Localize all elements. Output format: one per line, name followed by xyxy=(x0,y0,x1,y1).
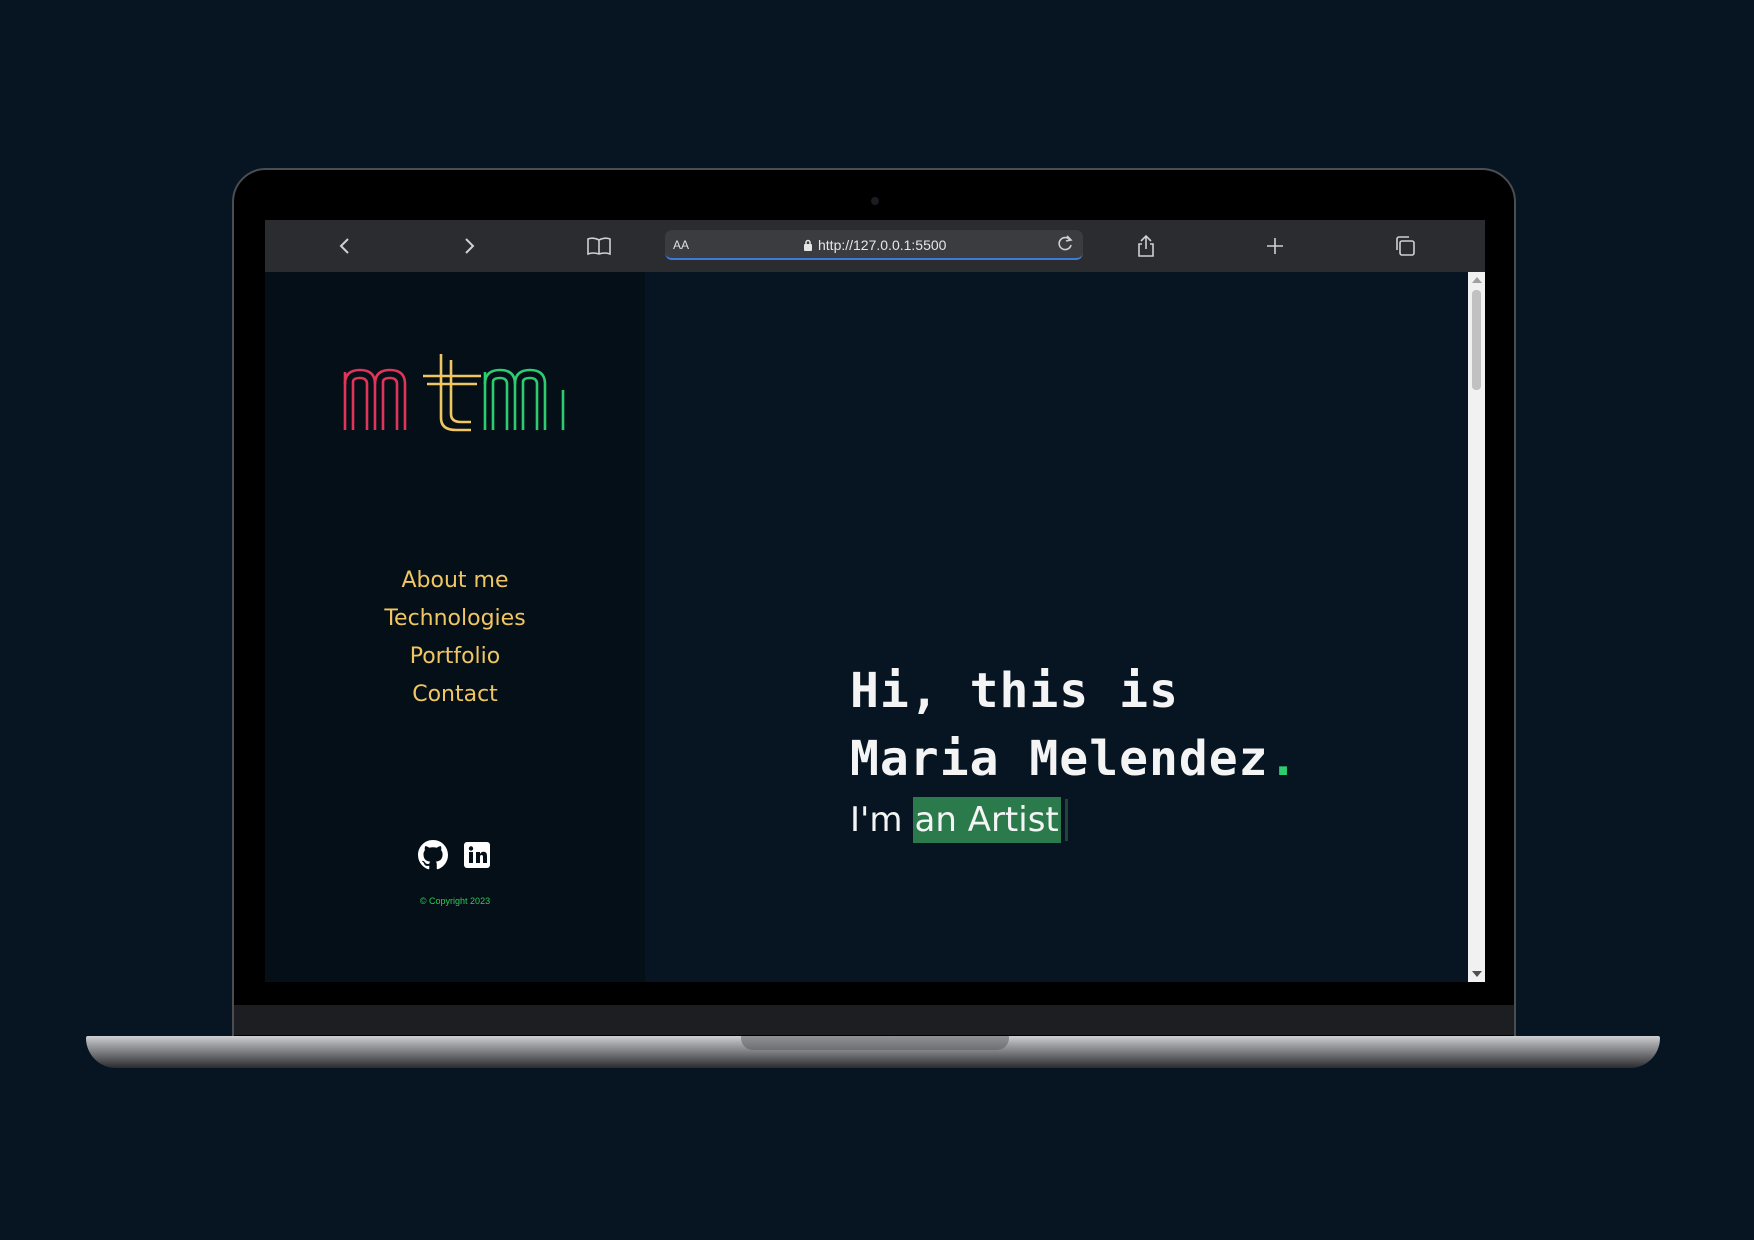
main-nav: About me Technologies Portfolio Contact xyxy=(265,567,645,709)
sidebar: About me Technologies Portfolio Contact … xyxy=(265,272,645,982)
nav-technologies[interactable]: Technologies xyxy=(384,605,525,633)
forward-icon[interactable] xyxy=(455,232,483,260)
laptop-bezel xyxy=(234,1005,1514,1035)
url-text: http://127.0.0.1:5500 xyxy=(818,237,947,253)
linkedin-icon[interactable] xyxy=(462,840,492,870)
subtitle-prefix: I'm xyxy=(850,800,903,840)
tabs-icon[interactable] xyxy=(1391,232,1419,260)
copyright-text: © Copyright 2023 xyxy=(419,896,491,906)
logo-mtm[interactable] xyxy=(341,350,571,440)
browser-toolbar: AA http://127.0.0.1:5500 xyxy=(265,220,1485,273)
back-icon[interactable] xyxy=(331,232,359,260)
scroll-down-arrow[interactable] xyxy=(1472,971,1482,977)
browser-window: AA http://127.0.0.1:5500 About me Techno… xyxy=(265,220,1485,982)
lock-icon xyxy=(804,239,812,251)
typed-text: an Artist xyxy=(912,797,1061,843)
webcam xyxy=(871,197,879,205)
webpage: About me Technologies Portfolio Contact … xyxy=(265,272,1468,982)
url-field[interactable]: http://127.0.0.1:5500 xyxy=(803,237,946,253)
nav-contact[interactable]: Contact xyxy=(412,681,498,709)
address-bar[interactable]: AA http://127.0.0.1:5500 xyxy=(665,230,1083,260)
reload-icon[interactable] xyxy=(1055,234,1075,254)
github-icon[interactable] xyxy=(418,840,448,870)
nav-portfolio[interactable]: Portfolio xyxy=(410,643,501,671)
hero-heading: Hi, this is Maria Melendez. xyxy=(850,657,1298,793)
page-scrollbar[interactable] xyxy=(1468,272,1485,982)
hero-line-1: Hi, this is xyxy=(850,663,1179,719)
scroll-thumb[interactable] xyxy=(1472,290,1481,390)
text-size-button[interactable]: AA xyxy=(673,238,689,252)
hero-subtitle: I'm an Artist xyxy=(850,797,1298,843)
social-links xyxy=(265,840,645,870)
hero-dot: . xyxy=(1268,731,1299,787)
nav-about-me[interactable]: About me xyxy=(401,567,508,595)
hero-section: Hi, this is Maria Melendez. I'm an Artis… xyxy=(850,657,1298,843)
new-tab-icon[interactable] xyxy=(1261,232,1289,260)
laptop-notch xyxy=(741,1036,1009,1050)
bookmarks-icon[interactable] xyxy=(585,232,613,260)
scroll-up-arrow[interactable] xyxy=(1472,277,1482,283)
hero-name: Maria Melendez xyxy=(850,731,1269,787)
typing-cursor xyxy=(1064,799,1068,841)
share-icon[interactable] xyxy=(1132,232,1160,260)
